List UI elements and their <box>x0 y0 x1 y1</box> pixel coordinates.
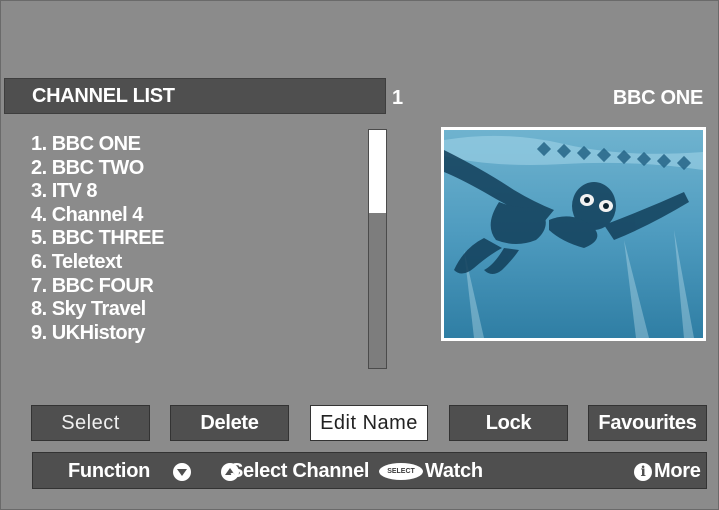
channel-preview-image <box>441 127 706 341</box>
channel-list-header: CHANNEL LIST <box>4 78 386 114</box>
function-label: Function <box>68 460 151 482</box>
channel-item[interactable]: 6. Teletext <box>31 251 164 275</box>
channel-item[interactable]: 3. ITV 8 <box>31 180 164 204</box>
edit-name-button[interactable]: Edit Name <box>310 405 428 441</box>
channel-item[interactable]: 9. UKHistory <box>31 322 164 346</box>
more-label: More <box>654 460 701 482</box>
current-channel-number: 1 <box>392 87 404 109</box>
watch-label: Watch <box>425 460 483 482</box>
page-title: CHANNEL LIST <box>32 84 175 107</box>
channel-list-scrollbar[interactable] <box>368 129 387 369</box>
favourites-button[interactable]: Favourites <box>588 405 707 441</box>
function-help-bar: Function Select Channel SELECT Watch i M… <box>32 452 707 489</box>
arrow-down-icon <box>173 463 191 481</box>
channel-item[interactable]: 2. BBC TWO <box>31 157 164 181</box>
current-channel-name: BBC ONE <box>612 87 703 109</box>
lock-button[interactable]: Lock <box>449 405 568 441</box>
select-key-icon: SELECT <box>379 463 423 480</box>
info-icon: i <box>634 463 652 481</box>
select-channel-label: Select Channel <box>230 460 370 482</box>
channel-item[interactable]: 7. BBC FOUR <box>31 275 164 299</box>
scrollbar-thumb[interactable] <box>369 130 386 213</box>
channel-item[interactable]: 8. Sky Travel <box>31 298 164 322</box>
select-button[interactable]: Select <box>31 405 150 441</box>
channel-item[interactable]: 4. Channel 4 <box>31 204 164 228</box>
channel-item[interactable]: 1. BBC ONE <box>31 133 164 157</box>
channel-item[interactable]: 5. BBC THREE <box>31 227 164 251</box>
delete-button[interactable]: Delete <box>170 405 289 441</box>
swimmer-underwater-image <box>444 130 703 338</box>
channel-list: 1. BBC ONE 2. BBC TWO 3. ITV 8 4. Channe… <box>31 133 164 345</box>
